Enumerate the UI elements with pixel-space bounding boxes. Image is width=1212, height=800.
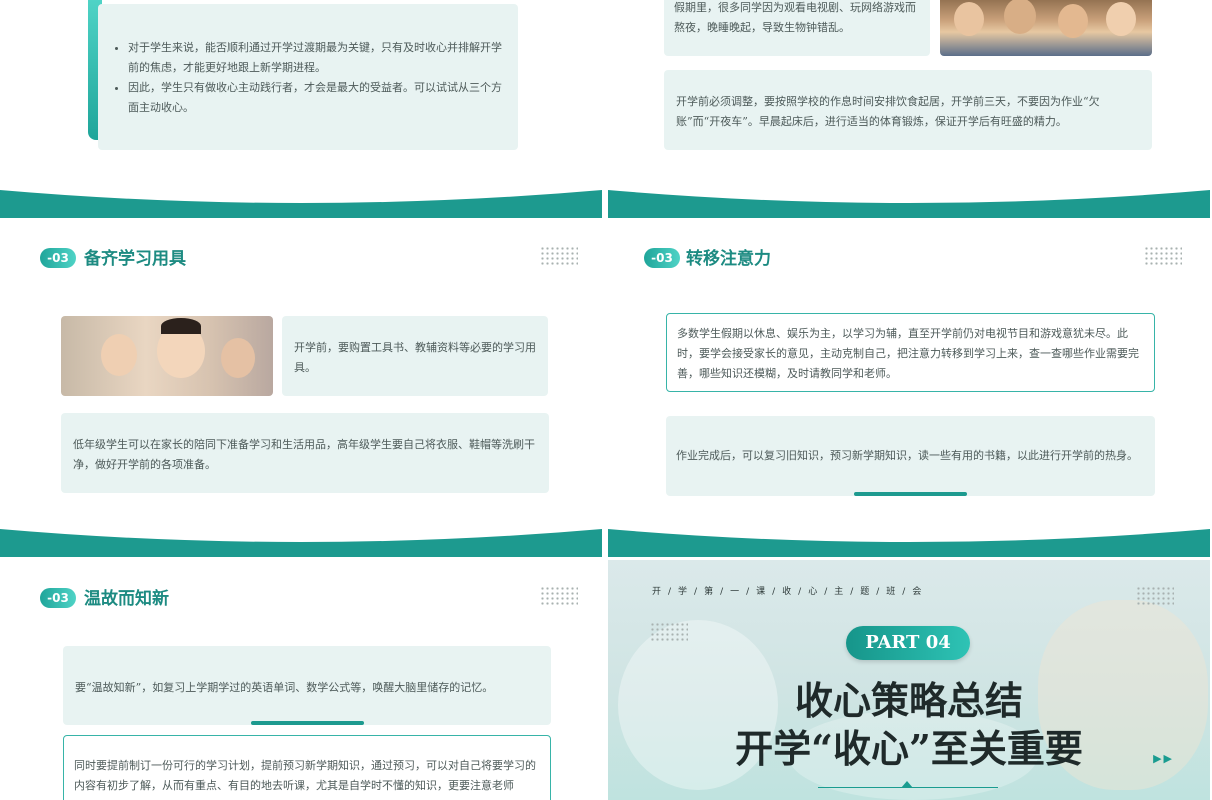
section-title: 转移注意力 [686,249,771,269]
bullet-item: 因此，学生只有做收心主动践行者，才会是最大的受益者。可以试试从三个方面主动收心。 [128,78,502,118]
text-card: 要“温故知新”，如复习上学期学过的英语单词、数学公式等，唤醒大脑里储存的记忆。 [63,646,551,725]
bullet-list: 对于学生来说，能否顺利通过开学过渡期最为关键，只有及时收心并排解开学前的焦虑，才… [108,38,502,118]
text-card-outlined: 多数学生假期以休息、娱乐为主，以学习为辅，直至开学前仍对电视节目和游戏意犹未尽。… [666,313,1155,392]
dot-pattern [540,586,578,606]
sub-title: 开学“收心”至关重要 [735,726,1083,771]
dot-pattern [650,622,688,642]
slide-review: -03 温故而知新 要“温故知新”，如复习上学期学过的英语单词、数学公式等，唤醒… [0,560,602,800]
bottom-wave [0,529,602,557]
accent-bar [251,721,364,725]
card-text: 开学前，要购置工具书、教辅资料等必要的学习用具。 [294,341,536,374]
text-card: 作业完成后，可以复习旧知识，预习新学期知识，读一些有用的书籍，以此进行开学前的热… [666,416,1155,496]
card-text: 多数学生假期以休息、娱乐为主，以学习为辅，直至开学前仍对电视节目和游戏意犹未尽。… [677,327,1139,380]
slide-collect-mind-intro: 对于学生来说，能否顺利通过开学过渡期最为关键，只有及时收心并排解开学前的焦虑，才… [0,0,602,218]
bottom-wave [608,190,1210,218]
slide-routine: 假期里，很多同学因为观看电视剧、玩网络游戏而熬夜，晚睡晚起，导致生物钟错乱。 开… [608,0,1210,218]
dot-pattern [540,246,578,266]
bottom-wave [608,529,1210,557]
arrow-icon: ▶▶ [1153,752,1174,765]
card-text: 假期里，很多同学因为观看电视剧、玩网络游戏而熬夜，晚睡晚起，导致生物钟错乱。 [674,1,916,34]
text-card: 开学前，要购置工具书、教辅资料等必要的学习用具。 [282,316,548,396]
slide-supplies: -03 备齐学习用具 开学前，要购置工具书、教辅资料等必要的学习用具。 低年级学… [0,220,602,557]
section-number-badge: -03 [40,248,76,268]
header-caption: 开/学/第/一/课/收/心/主/题/班/会 [652,587,929,597]
bullet-item: 对于学生来说，能否顺利通过开学过渡期最为关键，只有及时收心并排解开学前的焦虑，才… [128,38,502,78]
bottom-wave [0,190,602,218]
text-card-top: 假期里，很多同学因为观看电视剧、玩网络游戏而熬夜，晚睡晚起，导致生物钟错乱。 [664,0,930,56]
section-number-badge: -03 [40,588,76,608]
card-text: 作业完成后，可以复习旧知识，预习新学期知识，读一些有用的书籍，以此进行开学前的热… [676,449,1138,462]
dot-pattern [1136,586,1174,606]
section-number-badge: -03 [644,248,680,268]
part-label: PART 04 [846,626,970,660]
dot-pattern [1144,246,1182,266]
bullet-card: 对于学生来说，能否顺利通过开学过渡期最为关键，只有及时收心并排解开学前的焦虑，才… [98,4,518,150]
card-text: 同时要提前制订一份可行的学习计划，提前预习新学期知识，通过预习，可以对自己将要学… [74,759,536,792]
slide-attention: -03 转移注意力 多数学生假期以休息、娱乐为主，以学习为辅，直至开学前仍对电视… [608,220,1210,557]
accent-bar [854,492,967,496]
text-card: 低年级学生可以在家长的陪同下准备学习和生活用品，高年级学生要自己将衣服、鞋帽等洗… [61,413,549,493]
slide-part-04: 开/学/第/一/课/收/心/主/题/班/会 PART 04 收心策略总结 开学“… [608,560,1210,800]
students-photo [940,0,1152,56]
card-text: 要“温故知新”，如复习上学期学过的英语单词、数学公式等，唤醒大脑里储存的记忆。 [75,681,494,694]
section-title: 温故而知新 [84,589,169,609]
card-text: 低年级学生可以在家长的陪同下准备学习和生活用品，高年级学生要自己将衣服、鞋帽等洗… [73,438,535,471]
card-text: 开学前必须调整，要按照学校的作息时间安排饮食起居，开学前三天，不要因为作业“欠账… [676,95,1100,128]
triangle-marker-icon [901,781,913,788]
main-title: 收心策略总结 [794,678,1023,723]
children-photo [61,316,273,396]
section-title: 备齐学习用具 [84,249,186,269]
text-card: 开学前必须调整，要按照学校的作息时间安排饮食起居，开学前三天，不要因为作业“欠账… [664,70,1152,150]
text-card-outlined: 同时要提前制订一份可行的学习计划，提前预习新学期知识，通过预习，可以对自己将要学… [63,735,551,800]
